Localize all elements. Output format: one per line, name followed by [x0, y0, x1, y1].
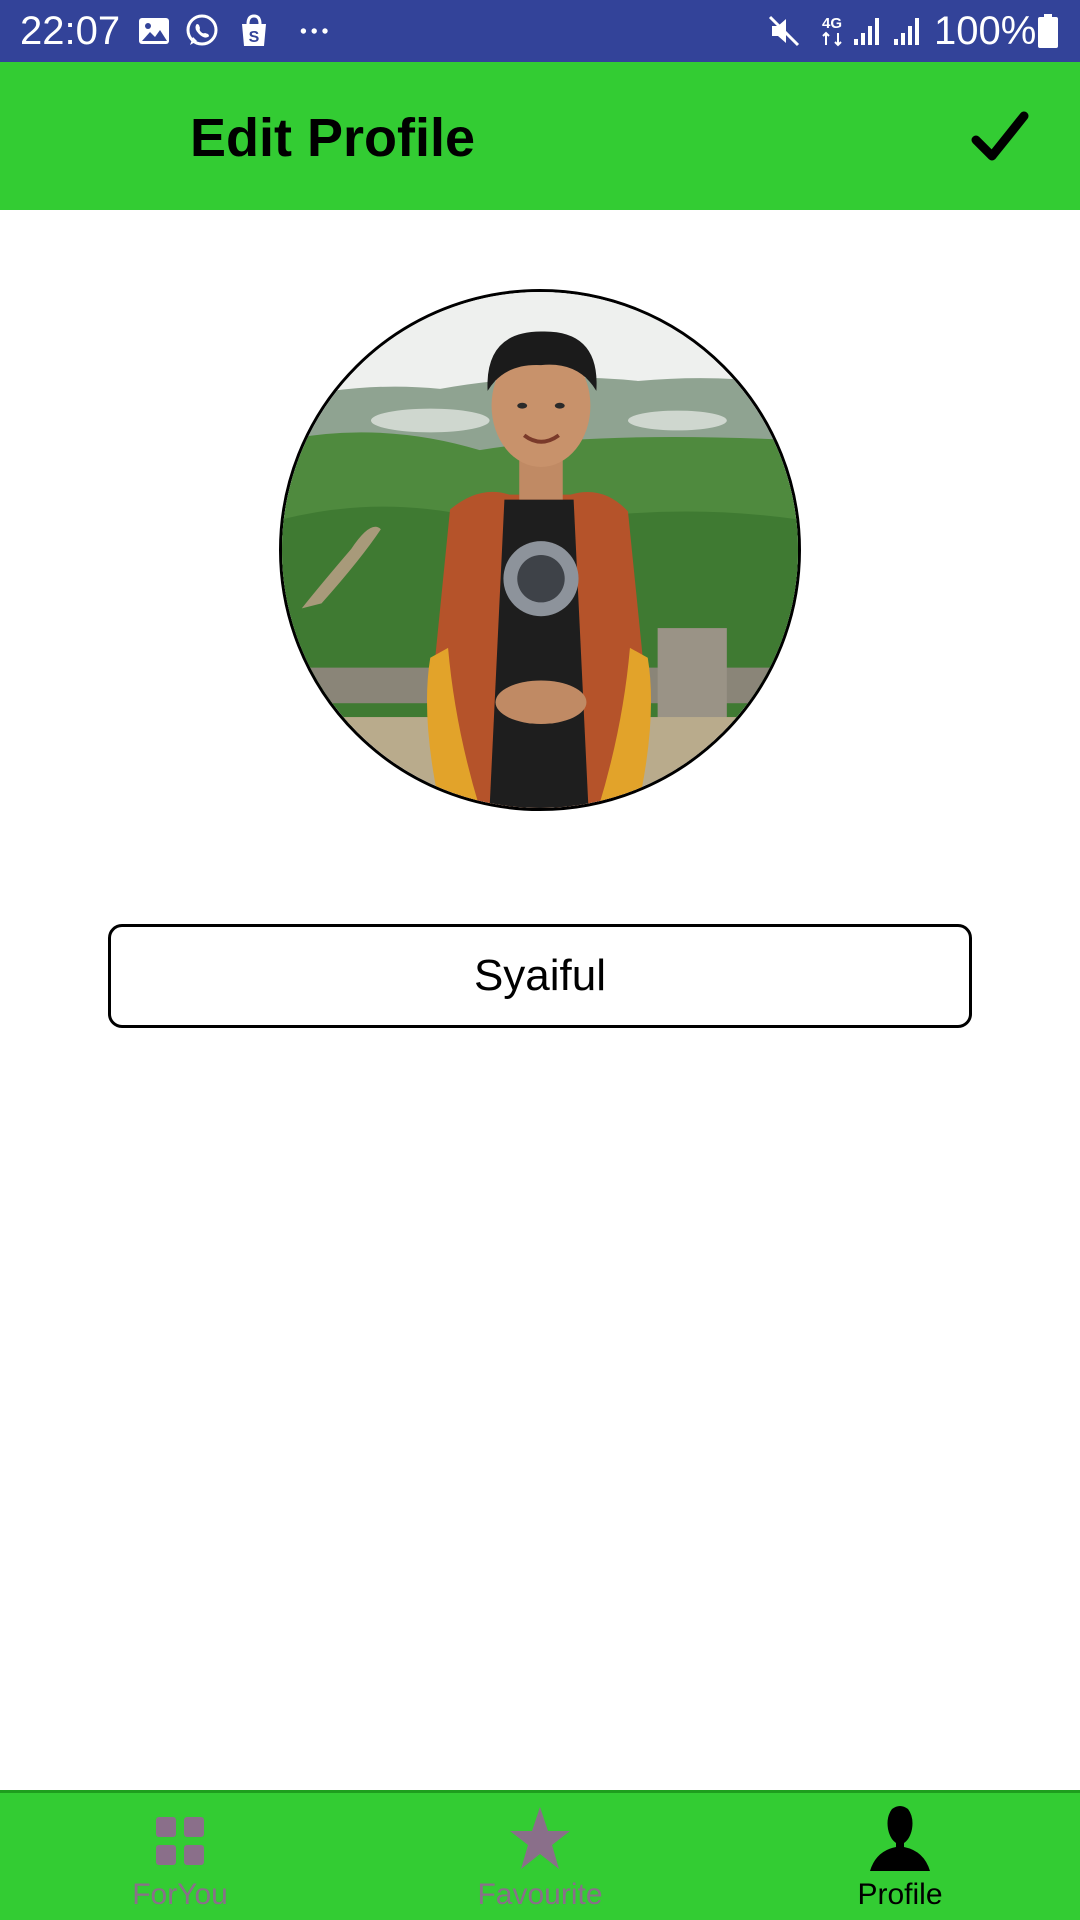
status-time: 22:07 [20, 9, 121, 53]
svg-text:S: S [249, 29, 260, 46]
svg-text:4G: 4G [822, 15, 842, 32]
gallery-icon [139, 18, 169, 44]
whatsapp-icon [186, 14, 218, 46]
person-icon [870, 1806, 930, 1871]
page-title: Edit Profile [190, 108, 476, 168]
nav-item-label: Favourite [477, 1878, 603, 1911]
mute-icon [768, 15, 800, 47]
signal-icon [854, 18, 879, 45]
battery-percent: 100% [934, 9, 1037, 53]
confirm-button[interactable] [968, 106, 1032, 170]
profile-photo[interactable] [279, 289, 801, 811]
app-bar: Edit Profile [0, 62, 1080, 210]
more-dots-icon [300, 28, 328, 34]
nav-item-label: Profile [857, 1878, 943, 1911]
name-field[interactable] [108, 924, 972, 1028]
profile-photo-image [282, 292, 798, 808]
battery-icon [1038, 14, 1058, 48]
nav-item-favourite[interactable]: Favourite [360, 1793, 720, 1920]
nav-item-label: ForYou [132, 1878, 228, 1911]
nav-item-profile[interactable]: Profile [720, 1793, 1080, 1920]
grid-icon [156, 1817, 204, 1865]
bottom-nav: ForYou Favourite Profile [0, 1790, 1080, 1920]
signal-icon [894, 18, 919, 45]
star-icon [510, 1807, 570, 1869]
status-bar: 22:07 S 4G 100% [0, 0, 1080, 62]
nav-item-foryou[interactable]: ForYou [0, 1793, 360, 1920]
check-icon [971, 111, 1029, 161]
network-4g-icon: 4G [822, 15, 842, 47]
shop-icon: S [242, 14, 266, 46]
